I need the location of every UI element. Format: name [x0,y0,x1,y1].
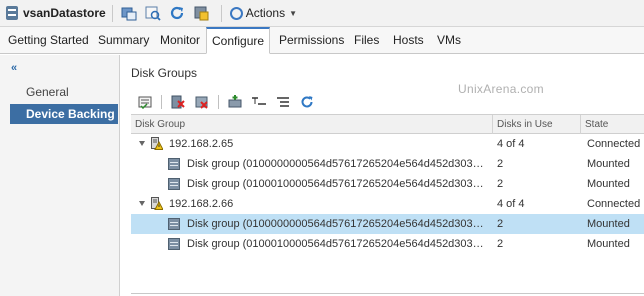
tab-summary[interactable]: Summary [98,27,149,54]
table-row-host[interactable]: 192.168.2.66 4 of 4 Connected [131,194,644,214]
tab-monitor[interactable]: Monitor [160,27,200,54]
table-row-host[interactable]: 192.168.2.65 4 of 4 Connected [131,134,644,154]
actions-menu-button[interactable]: Actions ▼ [229,6,297,20]
register-vm-icon [194,6,209,21]
left-nav-panel: « General Device Backing [0,55,120,296]
expand-all-button[interactable] [275,95,291,109]
toolbar-divider [220,4,222,22]
disks-in-use: 4 of 4 [497,198,525,210]
register-vm-button[interactable] [191,3,211,23]
disk-group-toolbar [137,94,323,110]
new-vm-icon [121,7,137,21]
expand-caret-icon[interactable] [139,201,145,206]
state: Mounted [587,158,630,170]
actions-gear-icon [229,6,243,20]
disk-group-icon [168,218,180,230]
top-toolbar: vsanDatastore Actions ▼ [0,0,644,27]
disks-in-use: 2 [497,218,504,230]
browse-files-icon [145,6,161,21]
disk-group-icon [168,178,180,190]
remove-disk-group-icon [171,95,185,109]
refresh-icon [170,6,183,20]
remove-disk-group-button[interactable] [170,95,186,109]
state: Mounted [587,178,630,190]
state: Connected [587,138,641,150]
tab-bar: Getting Started Summary Monitor Configur… [0,27,644,54]
tab-getting-started[interactable]: Getting Started [8,27,89,54]
host-name: 192.168.2.65 [169,138,234,150]
watermark: UnixArena.com [458,82,544,96]
section-title: Disk Groups [131,66,198,80]
disk-group-name: Disk group (0100010000564d57617265204e56… [187,238,484,250]
main-content: Disk Groups UnixArena.com Disk Group Dis… [121,55,644,296]
nav-item-general[interactable]: General [10,82,118,102]
collapse-all-button[interactable] [251,95,267,109]
add-disk-button[interactable] [227,95,243,109]
column-header-state[interactable]: State [581,115,644,134]
add-disk-icon [228,95,242,108]
remove-disk-icon [195,96,208,109]
disk-groups-table: Disk Group Disks in Use State 192.168.2.… [131,114,644,296]
state: Connected [587,198,641,210]
disks-in-use: 2 [497,238,504,250]
disks-in-use: 2 [497,178,504,190]
state: Mounted [587,238,630,250]
tab-configure[interactable]: Configure [206,27,271,54]
claim-disks-button[interactable] [137,95,153,109]
disk-group-icon [168,158,180,170]
host-warning-icon [151,137,163,150]
claim-disks-icon [138,96,152,109]
table-row-disk-group[interactable]: Disk group (0100010000564d57617265204e56… [131,174,644,194]
remove-disk-button[interactable] [194,95,210,109]
column-header-disks-in-use[interactable]: Disks in Use [493,115,581,134]
new-vm-button[interactable] [119,3,139,23]
disks-in-use: 2 [497,158,504,170]
refresh-icon [301,96,313,108]
disk-group-name: Disk group (0100000000564d57617265204e56… [187,218,484,230]
expand-caret-icon[interactable] [139,141,145,146]
expand-all-icon [277,97,289,107]
tab-vms[interactable]: VMs [437,27,461,54]
table-row-disk-group[interactable]: Disk group (0100010000564d57617265204e56… [131,234,644,254]
table-row-disk-group-selected[interactable]: Disk group (0100000000564d57617265204e56… [131,214,644,234]
disk-group-icon [168,238,180,250]
collapse-panel-icon[interactable]: « [11,62,17,74]
toolbar-divider [111,4,113,22]
actions-label: Actions [245,6,286,20]
refresh-button[interactable] [167,3,187,23]
table-bottom-divider [131,293,644,294]
chevron-down-icon: ▼ [289,8,297,18]
host-name: 192.168.2.66 [169,198,234,210]
toolbar-divider [218,95,219,109]
table-row-disk-group[interactable]: Disk group (0100000000564d57617265204e56… [131,154,644,174]
column-header-disk-group[interactable]: Disk Group [131,115,493,134]
disks-in-use: 4 of 4 [497,138,525,150]
datastore-icon [6,6,18,20]
disk-group-name: Disk group (0100000000564d57617265204e56… [187,158,484,170]
state: Mounted [587,218,630,230]
refresh-table-button[interactable] [299,95,315,109]
collapse-all-icon [252,97,266,105]
tab-hosts[interactable]: Hosts [393,27,424,54]
object-title: vsanDatastore [23,6,106,20]
table-header: Disk Group Disks in Use State [131,115,644,134]
nav-item-device-backing[interactable]: Device Backing [10,104,118,124]
toolbar-divider [161,95,162,109]
host-warning-icon [151,197,163,210]
tab-permissions[interactable]: Permissions [279,27,344,54]
tab-files[interactable]: Files [354,27,379,54]
disk-group-name: Disk group (0100010000564d57617265204e56… [187,178,484,190]
browse-files-button[interactable] [143,3,163,23]
